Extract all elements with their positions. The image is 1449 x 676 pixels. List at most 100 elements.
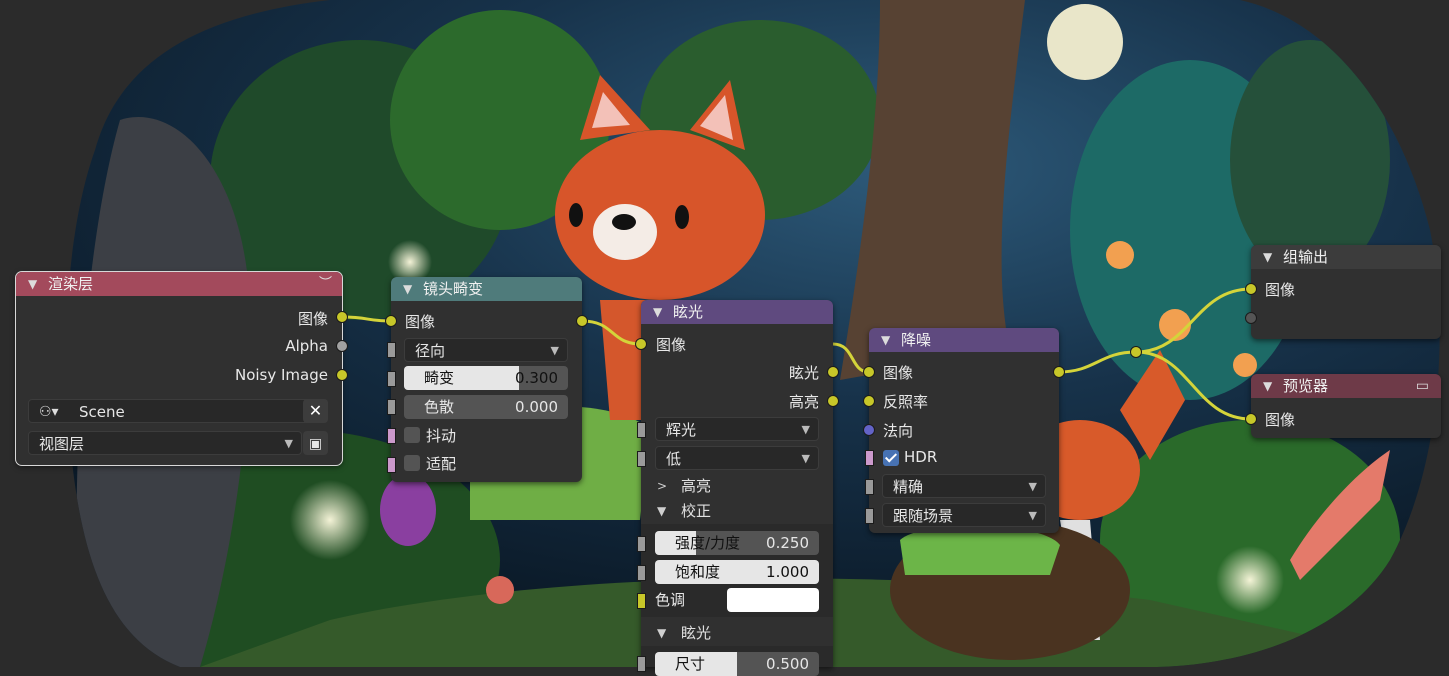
albedo-label: 反照率	[883, 393, 929, 411]
projector-socket	[387, 342, 396, 358]
input-image-socket[interactable]	[385, 315, 397, 327]
glare-type-dropdown[interactable]: 辉光 ▼	[655, 417, 819, 441]
group-output-image-socket[interactable]	[1245, 283, 1257, 295]
scene-selector[interactable]: ⚇▾ Scene	[28, 399, 328, 423]
tint-color-swatch[interactable]	[727, 588, 819, 612]
collapse-chevron-icon[interactable]: ▼	[28, 272, 37, 296]
fit-label: 适配	[426, 455, 457, 473]
projector-value: 径向	[415, 342, 446, 360]
size-value: 0.500	[766, 655, 809, 673]
chevron-right-icon: >	[657, 479, 668, 493]
output-alpha-socket[interactable]	[336, 340, 348, 352]
adjust-panel-header[interactable]: ▼ 校正	[641, 498, 833, 524]
glare-header[interactable]: ▼ 眩光	[641, 300, 833, 324]
glare-input-image-socket[interactable]	[635, 338, 647, 350]
size-label: 尺寸	[675, 655, 706, 673]
projector-dropdown[interactable]: 径向 ▼	[404, 338, 568, 362]
chevron-down-icon: ▼	[801, 452, 810, 465]
strength-label: 强度/力度	[675, 534, 741, 552]
moon-shape	[1047, 4, 1123, 80]
normal-label: 法向	[883, 422, 914, 440]
viewer-image-socket[interactable]	[1245, 413, 1257, 425]
glare-quality-dropdown[interactable]: 低 ▼	[655, 446, 819, 470]
render-layers-header[interactable]: ▼ 渲染层 ︶	[16, 272, 342, 296]
render-layers-node[interactable]: ▼ 渲染层 ︶ 图像 Alpha Noisy Image ⚇▾ Scene ✕ …	[15, 271, 348, 466]
glare-output-socket[interactable]	[827, 366, 839, 378]
lens-distortion-header[interactable]: ▼ 镜头畸变	[391, 277, 582, 301]
group-output-title: 组输出	[1283, 248, 1329, 266]
scene-clear-button[interactable]: ✕	[303, 399, 328, 423]
chevron-down-icon: ▼	[657, 504, 667, 518]
adjust-panel-label: 校正	[681, 502, 712, 520]
group-output-empty-socket[interactable]	[1245, 312, 1257, 324]
jitter-label: 抖动	[426, 427, 457, 445]
denoise-node[interactable]: ▼ 降噪 图像 反照率 法向 HDR 精确 ▼ 跟随场景 ▼	[863, 328, 1065, 533]
highlights-panel-header[interactable]: > 高亮	[641, 473, 833, 499]
saturation-value: 1.000	[766, 563, 809, 581]
denoise-output-image-socket[interactable]	[1053, 366, 1065, 378]
chevron-down-icon: ▼	[550, 344, 559, 357]
group-output-node[interactable]: ▼ 组输出 图像	[1245, 245, 1441, 339]
highlights-output-socket[interactable]	[827, 395, 839, 407]
viewer-header[interactable]: ▼ 预览器 ▭	[1251, 374, 1441, 398]
output-noisy-image-socket[interactable]	[336, 369, 348, 381]
strength-slider[interactable]: 强度/力度 0.250	[655, 531, 819, 555]
prefilter-dropdown[interactable]: 精确 ▼	[882, 474, 1046, 498]
viewer-title: 预览器	[1283, 377, 1329, 395]
normal-socket[interactable]	[863, 424, 875, 436]
glare-quality-value: 低	[666, 450, 682, 468]
distort-slider[interactable]: 畸变 0.300	[404, 366, 568, 390]
glare-output-label: 眩光	[788, 364, 819, 382]
input-image-label: 图像	[405, 313, 436, 331]
size-slider[interactable]: 尺寸 0.500	[655, 652, 819, 676]
strength-value: 0.250	[766, 534, 809, 552]
denoise-input-image-label: 图像	[883, 364, 914, 382]
denoise-quality-dropdown[interactable]: 跟随场景 ▼	[882, 503, 1046, 527]
collapse-chevron-icon[interactable]: ▼	[653, 300, 662, 324]
render-layer-button[interactable]: ▣	[303, 431, 328, 455]
viewer-node[interactable]: ▼ 预览器 ▭ 图像	[1245, 374, 1441, 438]
view-layer-value: 视图层	[39, 435, 85, 453]
preview-toggle-icon[interactable]: ︶	[319, 272, 332, 296]
scene-icon: ⚇▾	[39, 404, 59, 420]
quality-socket	[637, 451, 646, 467]
chevron-down-icon: ▼	[1028, 480, 1037, 493]
monitor-icon[interactable]: ▭	[1416, 374, 1429, 398]
jitter-checkbox[interactable]	[404, 427, 420, 443]
glare-title: 眩光	[673, 303, 704, 321]
lens-output-image-socket[interactable]	[576, 315, 588, 327]
saturation-slider[interactable]: 饱和度 1.000	[655, 560, 819, 584]
prefilter-socket	[865, 479, 874, 495]
highlights-output-label: 高亮	[788, 393, 819, 411]
denoise-quality-value: 跟随场景	[893, 507, 954, 525]
output-image-socket[interactable]	[336, 311, 348, 323]
glare-node[interactable]: ▼ 眩光 图像 眩光 高亮 辉光 ▼ 低 ▼ > 高亮 ▼ 校正 强度/力度 0…	[635, 300, 839, 676]
dispersion-slider[interactable]: 色散 0.000	[404, 395, 568, 419]
group-output-header[interactable]: ▼ 组输出	[1251, 245, 1441, 269]
collapse-chevron-icon[interactable]: ▼	[1263, 374, 1272, 398]
view-layer-dropdown[interactable]: 视图层 ▼	[28, 431, 302, 455]
collapse-chevron-icon[interactable]: ▼	[881, 328, 890, 352]
jitter-socket	[387, 428, 396, 444]
chevron-down-icon: ▼	[657, 626, 667, 640]
hdr-checkbox[interactable]	[883, 450, 899, 466]
saturation-socket	[637, 565, 646, 581]
albedo-socket[interactable]	[863, 395, 875, 407]
glare-panel-header[interactable]: ▼ 眩光	[641, 620, 833, 646]
distort-socket	[387, 371, 396, 387]
glare-type-value: 辉光	[666, 421, 697, 439]
render-layers-title: 渲染层	[48, 275, 94, 293]
collapse-chevron-icon[interactable]: ▼	[403, 277, 412, 301]
denoise-input-image-socket[interactable]	[863, 366, 875, 378]
chevron-down-icon: ▼	[801, 423, 810, 436]
lens-distortion-node[interactable]: ▼ 镜头畸变 图像 径向 ▼ 畸变 0.300 色散 0.000 抖动 适配	[385, 277, 588, 482]
dispersion-value: 0.000	[515, 398, 558, 416]
output-alpha-label: Alpha	[285, 337, 328, 355]
fit-checkbox[interactable]	[404, 455, 420, 471]
denoise-header[interactable]: ▼ 降噪	[869, 328, 1059, 352]
group-output-image-label: 图像	[1265, 281, 1296, 299]
collapse-chevron-icon[interactable]: ▼	[1263, 245, 1272, 269]
strength-socket	[637, 536, 646, 552]
scene-value: Scene	[79, 403, 125, 421]
tint-label: 色调	[655, 591, 686, 609]
